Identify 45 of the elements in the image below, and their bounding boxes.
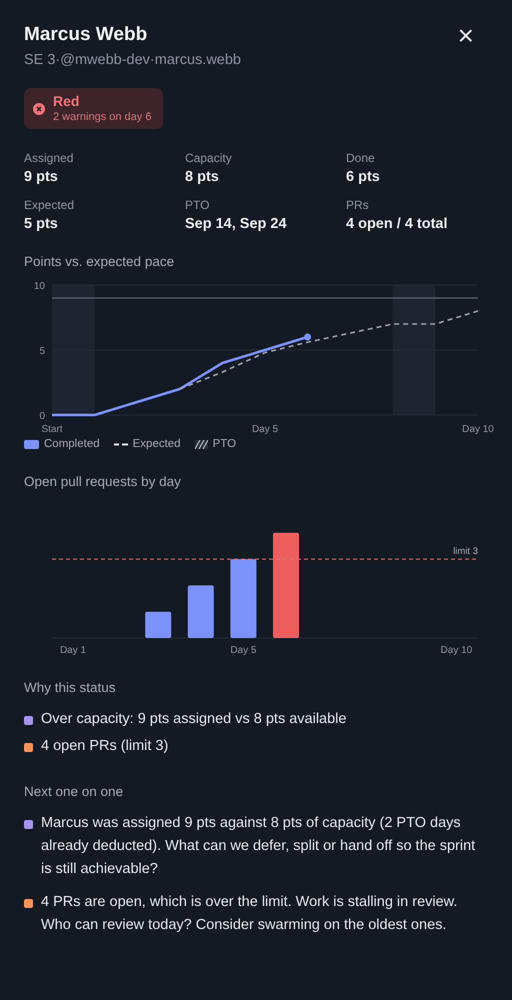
limit-label: limit 3	[453, 546, 478, 558]
axis-label: 0	[39, 411, 45, 422]
stat-value: 9 pts	[24, 169, 59, 185]
legend-label: Completed	[44, 438, 100, 450]
chart-title: Points vs. expected pace	[24, 254, 176, 270]
legend-label: PTO	[212, 438, 236, 450]
stat-value: 4 open / 4 total	[346, 216, 449, 232]
bar	[145, 612, 172, 638]
stat-label: PRs	[346, 198, 370, 213]
stat-label: Expected	[24, 198, 76, 213]
axis-label: Day 1	[60, 645, 86, 656]
legend-hatch-icon	[194, 440, 208, 448]
stat-value: Sep 14, Sep 24	[185, 216, 288, 232]
error-icon	[33, 102, 45, 114]
legend-label: Expected	[132, 438, 181, 450]
bullet-text: 4 PRs are open, which is over the limit. Work is stalling in review. Who can review today? Consider swarming on the oldest ones.	[41, 893, 458, 935]
stat-value: 6 pts	[346, 169, 381, 185]
close-button[interactable]: ×	[456, 24, 476, 48]
stat-label: Assigned	[24, 151, 74, 166]
bullet-text: Over capacity: 9 pts assigned vs 8 pts available	[41, 710, 346, 729]
axis-label: Day 5	[230, 645, 256, 656]
axis-label: 10	[34, 281, 45, 292]
stat-value: 5 pts	[24, 216, 59, 232]
stat-label: Done	[346, 151, 376, 166]
status-label: Red	[53, 93, 80, 110]
axis-label: Day 10	[462, 424, 494, 435]
person-subtitle: SE 3·@mwebb-dev·marcus.webb	[24, 52, 241, 68]
stat-value: 8 pts	[185, 169, 220, 185]
status-detail: 2 warnings on day 6	[53, 110, 152, 124]
legend-swatch	[24, 440, 39, 448]
section-title: Next one on one	[24, 784, 124, 800]
legend-dash-icon	[114, 442, 128, 446]
person-name: Marcus Webb	[24, 24, 148, 46]
bullet-text: 4 open PRs (limit 3)	[41, 737, 168, 756]
axis-label: Day 5	[252, 424, 278, 435]
bar	[188, 585, 214, 638]
axis-label: Day 10	[440, 645, 472, 656]
stat-label: PTO	[185, 198, 210, 213]
bullet-text: Marcus was assigned 9 pts against 8 pts of capacity (2 PTO days already deducted). What can we defer, split or hand off so the sprint is still achievable?	[41, 814, 476, 879]
latest-point	[304, 334, 312, 340]
stat-label: Capacity	[185, 151, 233, 166]
section-title: Why this status	[24, 680, 117, 696]
chart-title: Open pull requests by day	[24, 474, 182, 490]
axis-label: 5	[39, 346, 45, 357]
axis-label: Start	[41, 424, 63, 435]
